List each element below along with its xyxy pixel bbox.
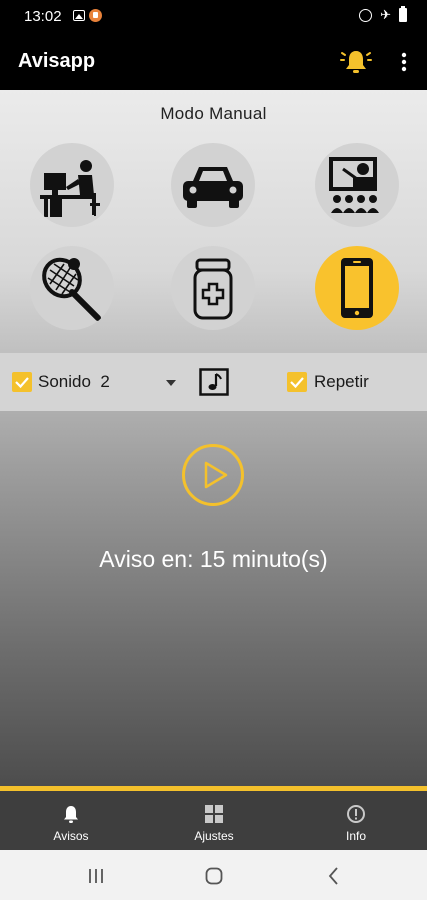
home-button[interactable] <box>203 865 225 887</box>
nav-label-avisos: Avisos <box>53 829 89 843</box>
system-status-icons: ✈ <box>359 6 407 22</box>
sound-select[interactable]: Sonido 2 <box>38 372 110 392</box>
mode-car-button[interactable] <box>171 143 255 227</box>
sound-checkbox[interactable] <box>12 372 32 392</box>
bell-icon <box>64 806 78 823</box>
app-title: Avisapp <box>18 50 96 72</box>
mode-phone-button[interactable] <box>315 246 399 330</box>
play-button[interactable] <box>181 443 245 507</box>
repeat-label[interactable]: Repetir <box>314 372 369 392</box>
tennis-racket-icon <box>42 257 101 321</box>
dropdown-arrow-icon[interactable] <box>166 380 176 386</box>
app-notification-icon <box>89 9 102 22</box>
recents-icon <box>89 869 103 883</box>
more-vert-icon <box>401 52 407 72</box>
music-note-icon <box>199 368 229 396</box>
grid-icon <box>205 805 223 823</box>
bottom-navigation: Avisos Ajustes Info <box>0 786 427 850</box>
notice-text: Aviso en: 15 minuto(s) <box>99 546 328 572</box>
mode-classroom-button[interactable] <box>315 143 399 227</box>
classroom-icon <box>329 157 379 213</box>
alarm-bell-button[interactable] <box>340 46 372 78</box>
status-time: 13:02 <box>24 8 62 25</box>
nav-item-avisos[interactable]: Avisos <box>21 803 121 843</box>
checkmark-icon <box>290 377 304 389</box>
car-icon <box>183 167 243 208</box>
recent-apps-button[interactable] <box>85 865 107 887</box>
mode-office-button[interactable] <box>30 143 114 227</box>
status-bar: 13:02 ✈ <box>0 0 427 32</box>
music-file-button[interactable] <box>199 368 229 396</box>
system-navigation-bar <box>0 850 427 900</box>
nav-label-info: Info <box>345 829 366 843</box>
battery-icon <box>399 6 407 22</box>
overflow-menu-button[interactable] <box>396 48 412 76</box>
back-icon <box>328 867 338 885</box>
smartphone-icon <box>341 258 373 318</box>
back-button[interactable] <box>323 865 345 887</box>
info-icon <box>347 805 365 823</box>
ringing-bell-icon <box>340 51 372 73</box>
alarm-icon <box>359 8 373 22</box>
repeat-checkbox[interactable] <box>287 372 307 392</box>
airplane-mode-icon: ✈ <box>380 7 391 22</box>
home-icon <box>205 867 223 885</box>
medicine-jar-icon <box>193 258 233 320</box>
mode-title: Modo Manual <box>160 104 267 123</box>
mode-tennis-button[interactable] <box>30 246 114 330</box>
nav-item-info[interactable]: Info <box>306 803 406 843</box>
nav-label-ajustes: Ajustes <box>194 829 234 843</box>
app-bar: Avisapp <box>0 32 427 90</box>
notification-icons <box>73 9 102 23</box>
checkmark-icon <box>15 377 29 389</box>
mode-medicine-button[interactable] <box>171 246 255 330</box>
office-worker-icon <box>40 160 100 217</box>
play-icon <box>182 444 244 506</box>
nav-item-ajustes[interactable]: Ajustes <box>164 803 264 843</box>
image-notification-icon <box>73 10 85 21</box>
